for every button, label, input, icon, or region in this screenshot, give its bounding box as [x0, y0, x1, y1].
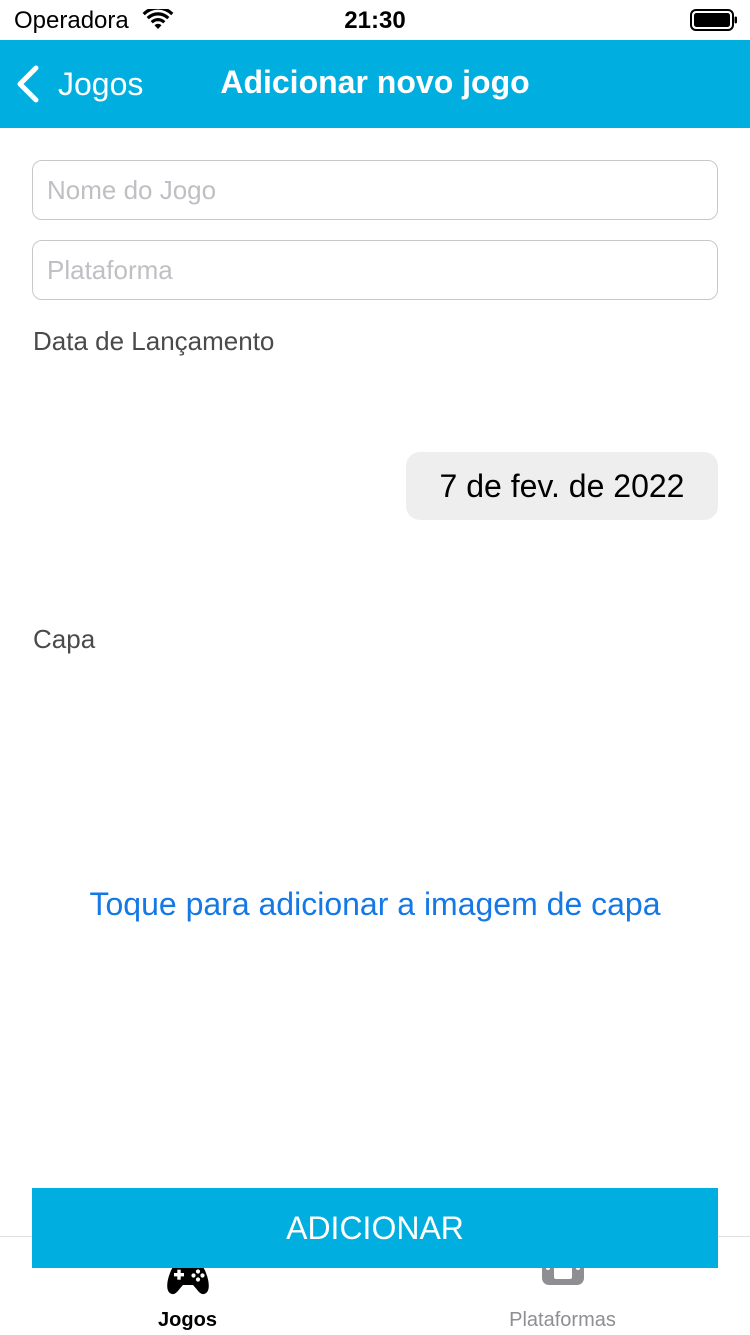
add-game-button[interactable]: ADICIONAR [32, 1188, 718, 1268]
clock: 21:30 [344, 7, 406, 34]
page-title: Adicionar novo jogo [220, 64, 530, 100]
tab-jogos-label: Jogos [158, 1309, 217, 1331]
navigation-bar: Jogos Adicionar novo jogo [0, 40, 750, 128]
release-date-label: Data de Lançamento [33, 326, 275, 356]
tab-plataformas-label: Plataformas [509, 1309, 616, 1331]
game-name-input[interactable] [32, 160, 718, 220]
release-date-picker[interactable]: 7 de fev. de 2022 [406, 452, 718, 520]
add-cover-image-button[interactable]: Toque para adicionar a imagem de capa [0, 886, 750, 923]
cover-label: Capa [33, 624, 96, 654]
platform-input[interactable] [32, 240, 718, 300]
battery-icon [690, 9, 737, 31]
status-bar: Operadora 21:30 [0, 0, 750, 40]
